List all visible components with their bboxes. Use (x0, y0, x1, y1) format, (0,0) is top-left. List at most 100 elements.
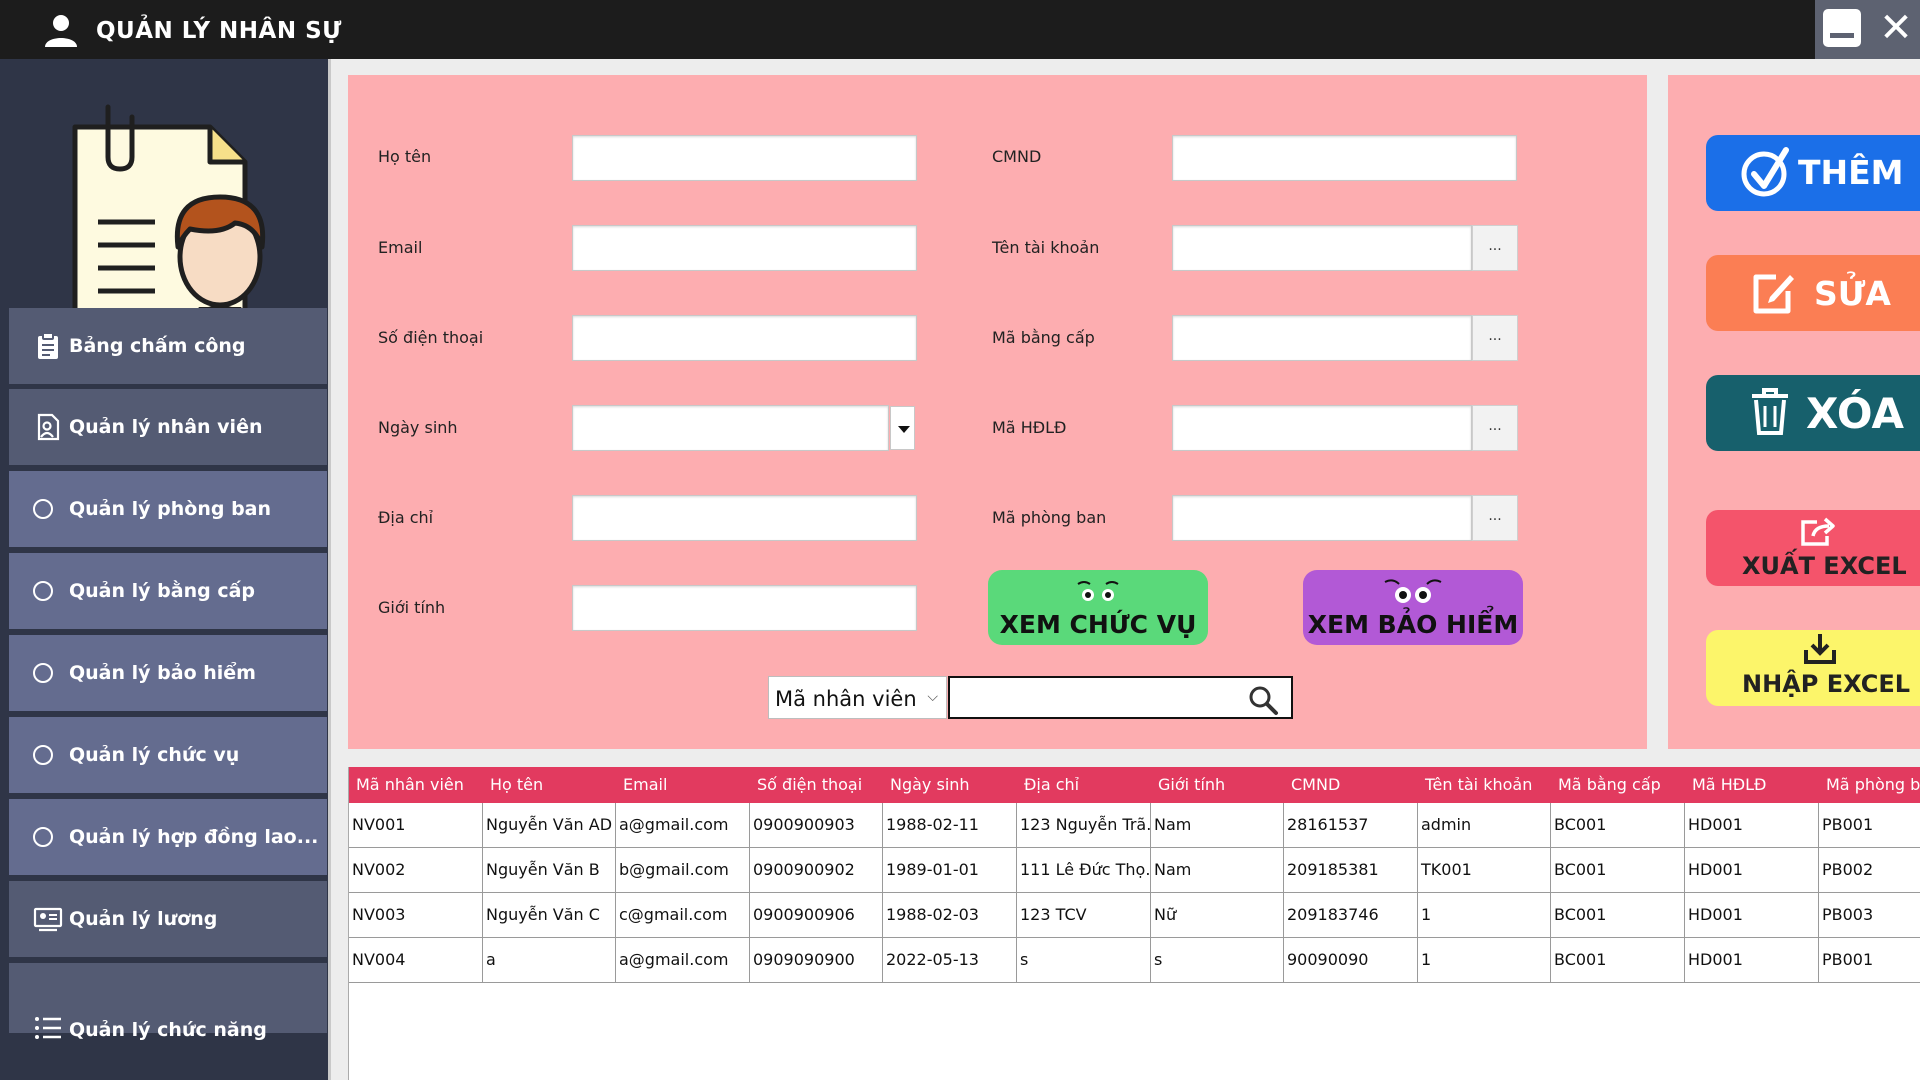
table-cell: Nguyễn Văn B (483, 848, 616, 893)
search-icon[interactable] (1247, 684, 1279, 716)
employee-form: Họ tên Email Số điện thoại Ngày sinh Địa… (348, 75, 1647, 749)
degree-browse-button[interactable]: ... (1472, 315, 1518, 361)
close-button[interactable]: ✕ (1875, 6, 1917, 50)
view-insurance-button[interactable]: XEM BẢO HIỂM (1303, 570, 1523, 645)
employee-table: Mã nhân viên Họ tên Email Số điện thoại … (348, 767, 1920, 1080)
table-cell: PB001 (1822, 950, 1874, 969)
table-cell: a@gmail.com (616, 938, 750, 983)
birth-date-picker[interactable] (572, 405, 889, 451)
search-field-select[interactable]: Mã nhân viên ⌵ (768, 676, 947, 719)
delete-button[interactable]: XÓA (1706, 375, 1920, 451)
sidebar-item-label: Quản lý nhân viên (69, 416, 263, 438)
sidebar-item-positions[interactable]: Quản lý chức vụ (9, 717, 327, 793)
table-cell: BC001 (1551, 848, 1685, 893)
column-header[interactable]: Mã phòng ba (1819, 767, 1920, 803)
table-cell: 28161537 (1284, 803, 1418, 848)
window-controls: ✕ (1815, 0, 1920, 59)
degree-code-input[interactable] (1172, 315, 1472, 361)
column-header[interactable]: Mã HĐLĐ (1685, 767, 1819, 803)
gender-input[interactable] (572, 585, 917, 631)
sidebar-item-timesheet[interactable]: Bảng chấm công (9, 308, 327, 384)
phone-input[interactable] (572, 315, 917, 361)
table-cell: Nguyễn Văn AD (483, 803, 616, 848)
table-cell: 0900900903 (750, 803, 883, 848)
sidebar-item-payroll[interactable]: Quản lý lương (9, 881, 327, 957)
sidebar-item-insurance[interactable]: Quản lý bảo hiểm (9, 635, 327, 711)
radio-icon (33, 827, 53, 847)
add-button[interactable]: THÊM (1706, 135, 1920, 211)
email-input[interactable] (572, 225, 917, 271)
import-excel-button[interactable]: NHẬP EXCEL (1706, 630, 1920, 706)
face-icon (1384, 579, 1442, 603)
table-cell: Nguyễn Văn C (483, 893, 616, 938)
table-row[interactable]: NV002 Nguyễn Văn B b@gmail.com 090090090… (349, 848, 1920, 893)
full-name-input[interactable] (572, 135, 917, 181)
view-position-button[interactable]: XEM CHỨC VỤ (988, 570, 1208, 645)
table-cell: NV002 (349, 848, 483, 893)
address-label: Địa chỉ (378, 508, 434, 527)
id-card-input[interactable] (1172, 135, 1517, 181)
department-browse-button[interactable]: ... (1472, 495, 1518, 541)
column-header[interactable]: Họ tên (483, 767, 616, 803)
column-header[interactable]: Địa chỉ (1017, 767, 1151, 803)
table-cell: 1988-02-03 (883, 893, 1017, 938)
export-excel-button[interactable]: XUẤT EXCEL (1706, 510, 1920, 586)
column-header[interactable]: Giới tính (1151, 767, 1284, 803)
table-cell: a (483, 938, 616, 983)
table-cell: HD001 (1685, 938, 1819, 983)
table-cell: TK001 (1418, 848, 1551, 893)
address-input[interactable] (572, 495, 917, 541)
table-row[interactable]: NV004 a a@gmail.com 0909090900 2022-05-1… (349, 938, 1920, 983)
account-browse-button[interactable]: ... (1472, 225, 1518, 271)
sidebar-item-functions[interactable]: Quản lý chức năng (9, 963, 327, 1041)
table-cell: NV003 (349, 893, 483, 938)
search-input[interactable] (948, 676, 1293, 719)
sidebar-item-departments[interactable]: Quản lý phòng ban (9, 471, 327, 547)
sidebar: Bảng chấm công Quản lý nhân viên Quản lý… (0, 59, 331, 1080)
column-header[interactable]: Tên tài khoản (1418, 767, 1551, 803)
table-cell: s (1151, 938, 1284, 983)
table-row[interactable]: NV003 Nguyễn Văn C c@gmail.com 090090090… (349, 893, 1920, 938)
department-code-input[interactable] (1172, 495, 1472, 541)
column-header[interactable]: Số điện thoại (750, 767, 883, 803)
list-icon (35, 1017, 61, 1039)
table-cell: 209183746 (1284, 893, 1418, 938)
table-cell: PB002 (1822, 860, 1874, 879)
minimize-button[interactable] (1823, 9, 1861, 47)
column-header[interactable]: Email (616, 767, 750, 803)
table-cell: Nam (1151, 848, 1284, 893)
checkmark-icon (1741, 147, 1789, 197)
radio-icon (33, 663, 53, 683)
department-code-label: Mã phòng ban (992, 508, 1107, 527)
birth-date-label: Ngày sinh (378, 418, 458, 437)
trash-icon (1752, 388, 1788, 435)
table-cell: 1989-01-01 (883, 848, 1017, 893)
table-cell: NV004 (349, 938, 483, 983)
sidebar-item-label: Quản lý bằng cấp (69, 580, 256, 602)
edit-button[interactable]: SỬA (1706, 255, 1920, 331)
account-name-input[interactable] (1172, 225, 1472, 271)
table-row[interactable]: NV001 Nguyễn Văn AD a@gmail.com 09009009… (349, 803, 1920, 848)
export-icon (1801, 517, 1835, 546)
table-cell: 90090090 (1284, 938, 1418, 983)
sidebar-item-label: Quản lý chức vụ (69, 744, 240, 766)
payroll-icon (33, 907, 63, 932)
email-label: Email (378, 238, 423, 257)
chevron-down-icon: ⌵ (927, 689, 938, 705)
sidebar-item-contracts[interactable]: Quản lý hợp đồng lao... (9, 799, 327, 875)
column-header[interactable]: Mã bằng cấp (1551, 767, 1685, 803)
column-header[interactable]: CMND (1284, 767, 1418, 803)
app-title: QUẢN LÝ NHÂN SỰ (96, 18, 342, 44)
date-dropdown-button[interactable] (890, 406, 915, 450)
contract-code-input[interactable] (1172, 405, 1472, 451)
sidebar-item-degrees[interactable]: Quản lý bằng cấp (9, 553, 327, 629)
contract-browse-button[interactable]: ... (1472, 405, 1518, 451)
column-header[interactable]: Mã nhân viên (349, 767, 483, 803)
table-header: Mã nhân viên Họ tên Email Số điện thoại … (349, 767, 1920, 803)
table-cell: 2022-05-13 (883, 938, 1017, 983)
column-header[interactable]: Ngày sinh (883, 767, 1017, 803)
table-cell: 1988-02-11 (883, 803, 1017, 848)
table-cell: BC001 (1551, 893, 1685, 938)
sidebar-item-employees[interactable]: Quản lý nhân viên (9, 389, 327, 465)
gender-label: Giới tính (378, 598, 446, 617)
